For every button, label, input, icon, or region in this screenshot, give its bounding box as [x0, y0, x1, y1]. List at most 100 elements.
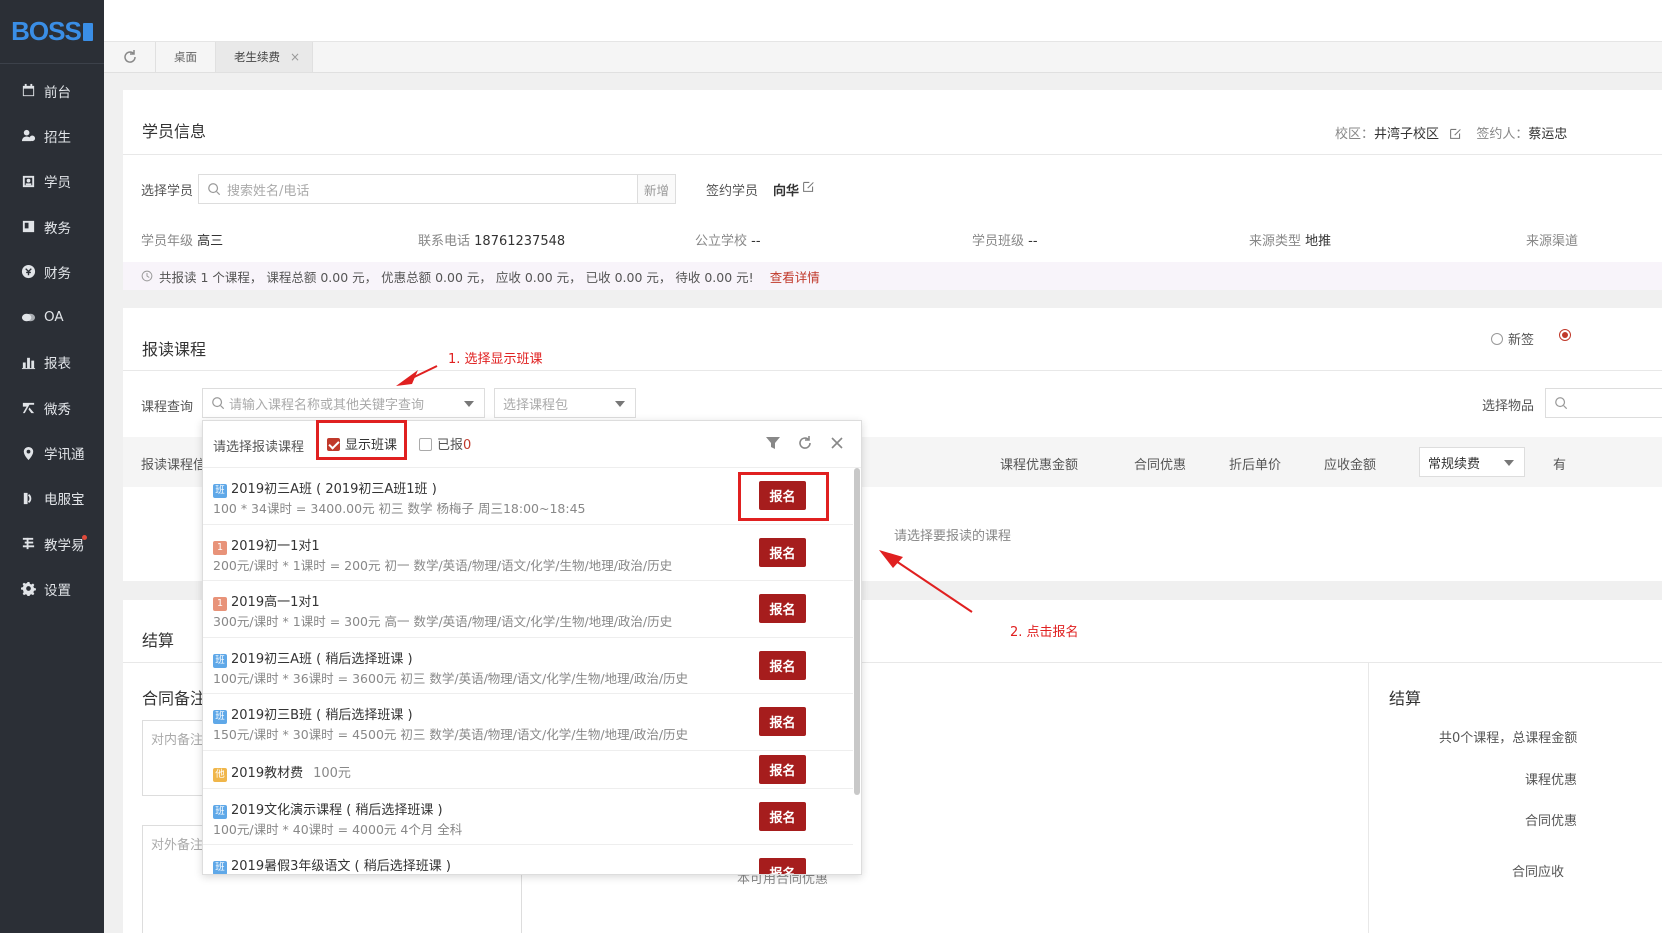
course-detail: 300元/课时 * 1课时 = 300元 高一 数学/英语/物理/语文/化学/生…: [213, 614, 673, 629]
course-name: 2019初三A班 ( 2019初三A班1班 ): [231, 482, 437, 497]
divider: [123, 154, 1662, 155]
show-icon: [20, 400, 36, 416]
select-goods-label: 选择物品: [1482, 399, 1535, 414]
col-unit-price: 折后单价: [1229, 458, 1282, 473]
course-price: 100元: [313, 765, 351, 781]
signer-label: 签约人：: [1476, 127, 1529, 142]
course-name-line: 班 2019初三A班 ( 稍后选择班课 ): [213, 648, 413, 668]
class-field: 学员班级 --: [972, 230, 1038, 249]
list-item[interactable]: 班 2019暑假3年级语文 ( 稍后选择班课 ) 报名: [203, 845, 853, 874]
radio-checked-icon: [1559, 329, 1571, 341]
contract-remark-title: 合同备注: [142, 689, 207, 708]
enrolled-checkbox[interactable]: 已报0: [419, 434, 471, 453]
chat-icon: [20, 309, 36, 325]
fee-type-select[interactable]: 常规续费: [1419, 447, 1525, 477]
radio-icon: [1491, 333, 1503, 345]
enroll-button[interactable]: 报名: [759, 754, 806, 784]
course-detail: 100元/课时 * 40课时 = 4000元 4个月 全科: [213, 821, 463, 837]
class-tag: 班: [213, 804, 227, 819]
enroll-button[interactable]: 报名: [759, 858, 806, 874]
clock-icon: [141, 270, 153, 282]
dropdown-header: 请选择报读课程 显示班课 已报0: [203, 421, 861, 468]
filter-icon[interactable]: [765, 435, 781, 455]
vertical-divider: [1368, 662, 1369, 933]
logo-badge: [82, 22, 93, 41]
add-student-button[interactable]: 新增: [637, 175, 675, 203]
settle-right-title: 结算: [1389, 689, 1422, 708]
sidebar-item-academic[interactable]: 教务: [0, 204, 104, 249]
col-valid: 有: [1553, 458, 1567, 473]
list-item[interactable]: 1 2019高一1对1 300元/课时 * 1课时 = 300元 高一 数学/英语…: [203, 581, 853, 638]
sidebar-item-finance[interactable]: 财务: [0, 249, 104, 294]
goods-search-input[interactable]: [1545, 388, 1662, 418]
list-item[interactable]: 他 2019教材费 100元 报名: [203, 751, 853, 789]
enroll-button[interactable]: 报名: [759, 594, 806, 623]
sidebar-item-label: 前台: [44, 84, 71, 101]
sidebar-item-label: 财务: [44, 265, 71, 282]
tab-bar: 桌面 老生续费 ×: [104, 42, 1662, 73]
view-details-link[interactable]: 查看详情: [770, 267, 820, 286]
course-package-select[interactable]: 选择课程包: [494, 388, 636, 418]
tab-desk[interactable]: 桌面: [156, 42, 216, 72]
enroll-button[interactable]: 报名: [759, 650, 806, 680]
notification-dot: [82, 534, 87, 540]
sidebar-item-students[interactable]: 学员: [0, 159, 104, 204]
section-title: 报读课程: [142, 340, 207, 359]
one-on-one-tag: 1: [213, 540, 227, 555]
other-tag: 他: [213, 767, 227, 782]
grade-value: 高三: [197, 234, 224, 249]
edit-icon[interactable]: [802, 180, 815, 197]
course-detail: 200元/课时 * 1课时 = 200元 初一 数学/英语/物理/语文/化学/生…: [213, 557, 673, 573]
sidebar-item-label: 微秀: [44, 401, 71, 418]
radio-renewal[interactable]: [1559, 329, 1576, 344]
edit-icon[interactable]: [1449, 127, 1462, 144]
section-title: 结算: [142, 631, 175, 650]
checkbox-checked-icon: [327, 438, 340, 451]
enroll-button[interactable]: 报名: [759, 537, 806, 567]
logo[interactable]: BOSS: [0, 0, 104, 64]
sidebar-item-jiaoxueyi[interactable]: 教学易: [0, 521, 104, 566]
student-search-input[interactable]: 搜索姓名/电话 新增: [198, 174, 676, 204]
sidebar-item-weixiu[interactable]: 微秀: [0, 385, 104, 430]
sidebar-item-recruit[interactable]: 招生: [0, 113, 104, 158]
show-class-checkbox[interactable]: 显示班课: [327, 434, 397, 453]
close-icon[interactable]: ×: [290, 50, 300, 64]
one-on-one-tag: 1: [213, 597, 227, 611]
summary-text: 共报读 1 个课程， 课程总额 0.00 元， 优惠总额 0.00 元， 应收 …: [159, 269, 754, 285]
list-item[interactable]: 班 2019初三A班 ( 稍后选择班课 ) 100元/课时 * 36课时 = 36…: [203, 638, 853, 694]
dropdown-tools: [765, 435, 845, 455]
course-search-select[interactable]: 请输入课程名称或其他关键字查询: [202, 388, 485, 418]
sidebar-item-xuexuntong[interactable]: 学讯通: [0, 430, 104, 475]
course-search-placeholder: 请输入课程名称或其他关键字查询: [229, 397, 425, 413]
class-label: 学员班级: [972, 234, 1025, 249]
school-label: 公立学校: [695, 234, 748, 249]
close-icon[interactable]: [829, 435, 845, 455]
list-item[interactable]: 1 2019初一1对1 200元/课时 * 1课时 = 200元 初一 数学/英语…: [203, 525, 853, 581]
refresh-icon[interactable]: [797, 435, 813, 455]
refresh-button[interactable]: [104, 42, 156, 72]
search-icon: [208, 183, 221, 196]
scrollbar[interactable]: [854, 468, 860, 795]
enroll-button[interactable]: 报名: [759, 707, 806, 736]
annotation-step-2: 2. 点击报名: [1010, 625, 1079, 640]
sidebar-item-dianfubao[interactable]: 电服宝: [0, 476, 104, 521]
list-item[interactable]: 班 2019初三B班 ( 稍后选择班课 ) 150元/课时 * 30课时 = 45…: [203, 694, 853, 751]
tab-renewal[interactable]: 老生续费 ×: [216, 42, 314, 72]
course-name: 2019高一1对1: [231, 595, 320, 610]
sidebar-item-reports[interactable]: 报表: [0, 340, 104, 385]
list-item[interactable]: 班 2019文化演示课程 ( 稍后选择班课 ) 100元/课时 * 40课时 = …: [203, 789, 853, 845]
school-field: 公立学校 --: [695, 230, 761, 249]
radio-new-sign[interactable]: 新签: [1491, 329, 1534, 348]
chevron-down-icon: [1504, 460, 1514, 466]
enroll-button[interactable]: 报名: [759, 481, 806, 510]
sidebar-item-settings[interactable]: 设置: [0, 566, 104, 611]
phone-label: 联系电话: [418, 234, 471, 249]
col-receivable: 应收金额: [1324, 458, 1377, 473]
sidebar-item-oa[interactable]: OA: [0, 294, 104, 339]
bar-chart-icon: [20, 354, 36, 370]
location-icon: [20, 445, 36, 461]
sidebar-item-front-desk[interactable]: 前台: [0, 68, 104, 113]
teach-icon: [20, 536, 36, 552]
enroll-button[interactable]: 报名: [759, 801, 806, 831]
list-item[interactable]: 班 2019初三A班 ( 2019初三A班1班 ) 100 * 34课时 = 34…: [203, 468, 853, 525]
